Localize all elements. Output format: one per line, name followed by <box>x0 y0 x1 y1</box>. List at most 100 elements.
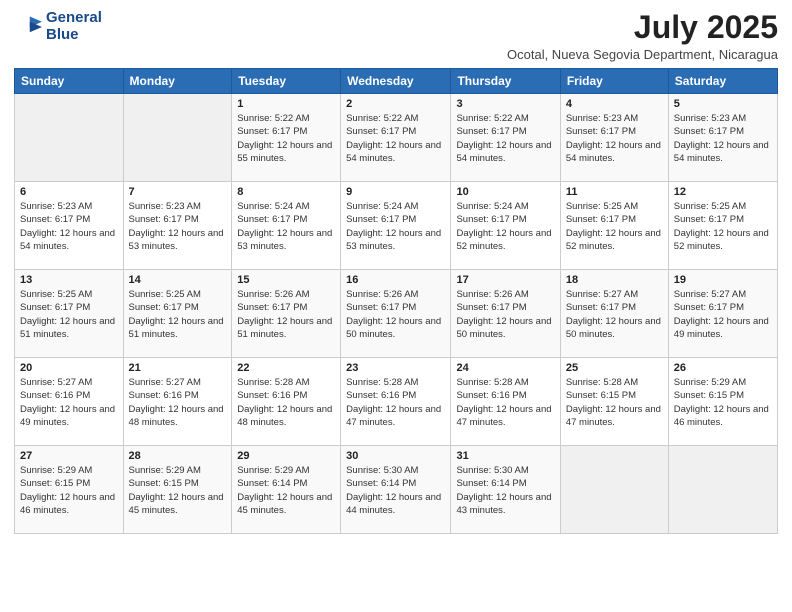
day-number: 17 <box>456 274 554 286</box>
day-cell: 5 Sunrise: 5:23 AMSunset: 6:17 PMDaylight… <box>668 94 777 182</box>
day-number: 30 <box>346 450 445 462</box>
day-info: Sunrise: 5:24 AMSunset: 6:17 PMDaylight:… <box>237 200 335 253</box>
week-row: 20Sunrise: 5:27 AMSunset: 6:16 PMDayligh… <box>15 358 778 446</box>
day-number: 7 <box>129 186 227 198</box>
day-number: 27 <box>20 450 118 462</box>
weekday-header: Tuesday <box>232 69 341 94</box>
day-number: 19 <box>674 274 772 286</box>
day-number: 1 <box>237 98 335 110</box>
day-cell <box>123 94 232 182</box>
day-cell: 29 Sunrise: 5:29 AMSunset: 6:14 PMDayligh… <box>232 446 341 534</box>
day-number: 8 <box>237 186 335 198</box>
day-cell: 3 Sunrise: 5:22 AMSunset: 6:17 PMDaylight… <box>451 94 560 182</box>
day-cell: 11 Sunrise: 5:25 AMSunset: 6:17 PMDayligh… <box>560 182 668 270</box>
day-cell: 18 Sunrise: 5:27 AMSunset: 6:17 PMDayligh… <box>560 270 668 358</box>
day-info: Sunrise: 5:23 AMSunset: 6:17 PMDaylight:… <box>20 200 118 253</box>
day-cell: 13 Sunrise: 5:25 AMSunset: 6:17 PMDayligh… <box>15 270 124 358</box>
day-number: 25 <box>566 362 663 374</box>
day-number: 14 <box>129 274 227 286</box>
logo-line2: Blue <box>46 27 102 44</box>
day-info: Sunrise: 5:27 AMSunset: 6:16 PMDaylight:… <box>20 376 118 429</box>
day-info: Sunrise: 5:23 AMSunset: 6:17 PMDaylight:… <box>566 112 663 165</box>
week-row: 13 Sunrise: 5:25 AMSunset: 6:17 PMDayligh… <box>15 270 778 358</box>
day-cell <box>560 446 668 534</box>
day-number: 31 <box>456 450 554 462</box>
day-cell: 16 Sunrise: 5:26 AMSunset: 6:17 PMDayligh… <box>341 270 451 358</box>
day-cell: 28 Sunrise: 5:29 AMSunset: 6:15 PMDayligh… <box>123 446 232 534</box>
day-cell: 8 Sunrise: 5:24 AMSunset: 6:17 PMDaylight… <box>232 182 341 270</box>
day-number: 6 <box>20 186 118 198</box>
day-cell: 15 Sunrise: 5:26 AMSunset: 6:17 PMDayligh… <box>232 270 341 358</box>
day-info: Sunrise: 5:23 AMSunset: 6:17 PMDaylight:… <box>674 112 772 165</box>
day-info: Sunrise: 5:29 AMSunset: 6:15 PMDaylight:… <box>129 464 227 517</box>
day-cell: 22 Sunrise: 5:28 AMSunset: 6:16 PMDayligh… <box>232 358 341 446</box>
day-info: Sunrise: 5:25 AMSunset: 6:17 PMDaylight:… <box>674 200 772 253</box>
day-cell: 14 Sunrise: 5:25 AMSunset: 6:17 PMDayligh… <box>123 270 232 358</box>
day-number: 5 <box>674 98 772 110</box>
weekday-header: Monday <box>123 69 232 94</box>
day-info: Sunrise: 5:29 AMSunset: 6:15 PMDaylight:… <box>674 376 772 429</box>
day-info: Sunrise: 5:26 AMSunset: 6:17 PMDaylight:… <box>237 288 335 341</box>
day-number: 10 <box>456 186 554 198</box>
day-info: Sunrise: 5:27 AMSunset: 6:17 PMDaylight:… <box>566 288 663 341</box>
header: General Blue July 2025 Ocotal, Nueva Seg… <box>14 10 778 62</box>
subtitle: Ocotal, Nueva Segovia Department, Nicara… <box>507 47 778 62</box>
day-cell: 25 Sunrise: 5:28 AMSunset: 6:15 PMDayligh… <box>560 358 668 446</box>
week-row: 27 Sunrise: 5:29 AMSunset: 6:15 PMDayligh… <box>15 446 778 534</box>
day-info: Sunrise: 5:28 AMSunset: 6:16 PMDaylight:… <box>456 376 554 429</box>
day-cell: 9Sunrise: 5:24 AMSunset: 6:17 PMDaylight… <box>341 182 451 270</box>
day-info: Sunrise: 5:27 AMSunset: 6:16 PMDaylight:… <box>129 376 227 429</box>
day-cell: 2Sunrise: 5:22 AMSunset: 6:17 PMDaylight… <box>341 94 451 182</box>
day-cell: 31 Sunrise: 5:30 AMSunset: 6:14 PMDayligh… <box>451 446 560 534</box>
day-cell: 19Sunrise: 5:27 AMSunset: 6:17 PMDayligh… <box>668 270 777 358</box>
weekday-header: Sunday <box>15 69 124 94</box>
day-info: Sunrise: 5:25 AMSunset: 6:17 PMDaylight:… <box>566 200 663 253</box>
day-number: 11 <box>566 186 663 198</box>
week-row: 6 Sunrise: 5:23 AMSunset: 6:17 PMDaylight… <box>15 182 778 270</box>
day-cell: 12 Sunrise: 5:25 AMSunset: 6:17 PMDayligh… <box>668 182 777 270</box>
day-cell: 24Sunrise: 5:28 AMSunset: 6:16 PMDayligh… <box>451 358 560 446</box>
day-number: 21 <box>129 362 227 374</box>
day-number: 12 <box>674 186 772 198</box>
day-number: 13 <box>20 274 118 286</box>
day-number: 15 <box>237 274 335 286</box>
day-number: 23 <box>346 362 445 374</box>
page: General Blue July 2025 Ocotal, Nueva Seg… <box>0 0 792 612</box>
weekday-header: Thursday <box>451 69 560 94</box>
calendar: SundayMondayTuesdayWednesdayThursdayFrid… <box>14 68 778 534</box>
day-info: Sunrise: 5:26 AMSunset: 6:17 PMDaylight:… <box>346 288 445 341</box>
day-info: Sunrise: 5:29 AMSunset: 6:14 PMDaylight:… <box>237 464 335 517</box>
weekday-header: Wednesday <box>341 69 451 94</box>
day-number: 18 <box>566 274 663 286</box>
weekday-header: Saturday <box>668 69 777 94</box>
logo-icon <box>14 13 42 41</box>
day-info: Sunrise: 5:30 AMSunset: 6:14 PMDaylight:… <box>346 464 445 517</box>
day-cell: 30 Sunrise: 5:30 AMSunset: 6:14 PMDayligh… <box>341 446 451 534</box>
day-info: Sunrise: 5:28 AMSunset: 6:15 PMDaylight:… <box>566 376 663 429</box>
title-block: July 2025 Ocotal, Nueva Segovia Departme… <box>507 10 778 62</box>
day-number: 29 <box>237 450 335 462</box>
day-cell: 21 Sunrise: 5:27 AMSunset: 6:16 PMDayligh… <box>123 358 232 446</box>
day-info: Sunrise: 5:30 AMSunset: 6:14 PMDaylight:… <box>456 464 554 517</box>
day-info: Sunrise: 5:23 AMSunset: 6:17 PMDaylight:… <box>129 200 227 253</box>
day-info: Sunrise: 5:28 AMSunset: 6:16 PMDaylight:… <box>237 376 335 429</box>
day-info: Sunrise: 5:22 AMSunset: 6:17 PMDaylight:… <box>237 112 335 165</box>
weekday-header: Friday <box>560 69 668 94</box>
logo: General Blue <box>14 10 102 43</box>
day-number: 28 <box>129 450 227 462</box>
day-info: Sunrise: 5:25 AMSunset: 6:17 PMDaylight:… <box>129 288 227 341</box>
day-number: 22 <box>237 362 335 374</box>
day-number: 16 <box>346 274 445 286</box>
day-cell: 4Sunrise: 5:23 AMSunset: 6:17 PMDaylight… <box>560 94 668 182</box>
day-cell: 27 Sunrise: 5:29 AMSunset: 6:15 PMDayligh… <box>15 446 124 534</box>
day-info: Sunrise: 5:25 AMSunset: 6:17 PMDaylight:… <box>20 288 118 341</box>
weekday-header-row: SundayMondayTuesdayWednesdayThursdayFrid… <box>15 69 778 94</box>
week-row: 1 Sunrise: 5:22 AMSunset: 6:17 PMDaylight… <box>15 94 778 182</box>
day-cell: 6 Sunrise: 5:23 AMSunset: 6:17 PMDaylight… <box>15 182 124 270</box>
day-info: Sunrise: 5:29 AMSunset: 6:15 PMDaylight:… <box>20 464 118 517</box>
day-cell: 20Sunrise: 5:27 AMSunset: 6:16 PMDayligh… <box>15 358 124 446</box>
day-number: 3 <box>456 98 554 110</box>
day-info: Sunrise: 5:24 AMSunset: 6:17 PMDaylight:… <box>346 200 445 253</box>
day-cell: 26Sunrise: 5:29 AMSunset: 6:15 PMDayligh… <box>668 358 777 446</box>
day-info: Sunrise: 5:22 AMSunset: 6:17 PMDaylight:… <box>456 112 554 165</box>
